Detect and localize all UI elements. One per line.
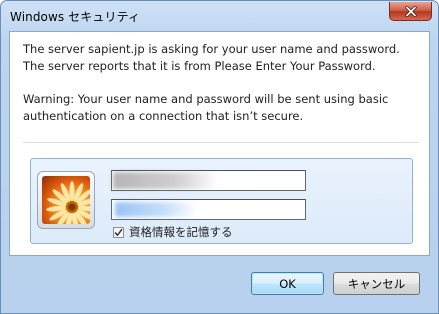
ok-button[interactable]: OK [251, 272, 324, 295]
dialog-content: The server sapient.jp is asking for your… [9, 31, 430, 256]
window-title: Windows セキュリティ [10, 10, 141, 24]
warning-message-line-2: authentication on a connection that isn’… [23, 109, 304, 123]
server-message-line-2: The server reports that it is from Pleas… [23, 59, 376, 73]
remember-credentials[interactable]: 資格情報を記憶する [113, 225, 233, 239]
server-message-line-1: The server sapient.jp is asking for your… [23, 42, 400, 56]
divider [23, 142, 419, 143]
user-picture [37, 171, 95, 229]
flower-user-picture-icon [42, 176, 90, 224]
remember-label: 資格情報を記憶する [129, 225, 233, 239]
warning-message: Warning: Your user name and password wil… [23, 91, 423, 125]
username-field[interactable] [111, 170, 306, 191]
checkmark-icon [114, 228, 123, 236]
password-field[interactable] [111, 199, 306, 220]
warning-message-line-1: Warning: Your user name and password wil… [23, 92, 389, 106]
close-icon [404, 5, 417, 17]
cancel-button[interactable]: キャンセル [333, 272, 420, 295]
close-button[interactable] [389, 2, 432, 21]
title-bar[interactable]: Windows セキュリティ [1, 1, 438, 31]
security-dialog: Windows セキュリティ The server sapient.jp is … [0, 0, 439, 314]
credential-tile: 資格情報を記憶する [30, 158, 413, 244]
remember-checkbox[interactable] [113, 226, 124, 238]
server-message: The server sapient.jp is asking for your… [23, 41, 423, 75]
